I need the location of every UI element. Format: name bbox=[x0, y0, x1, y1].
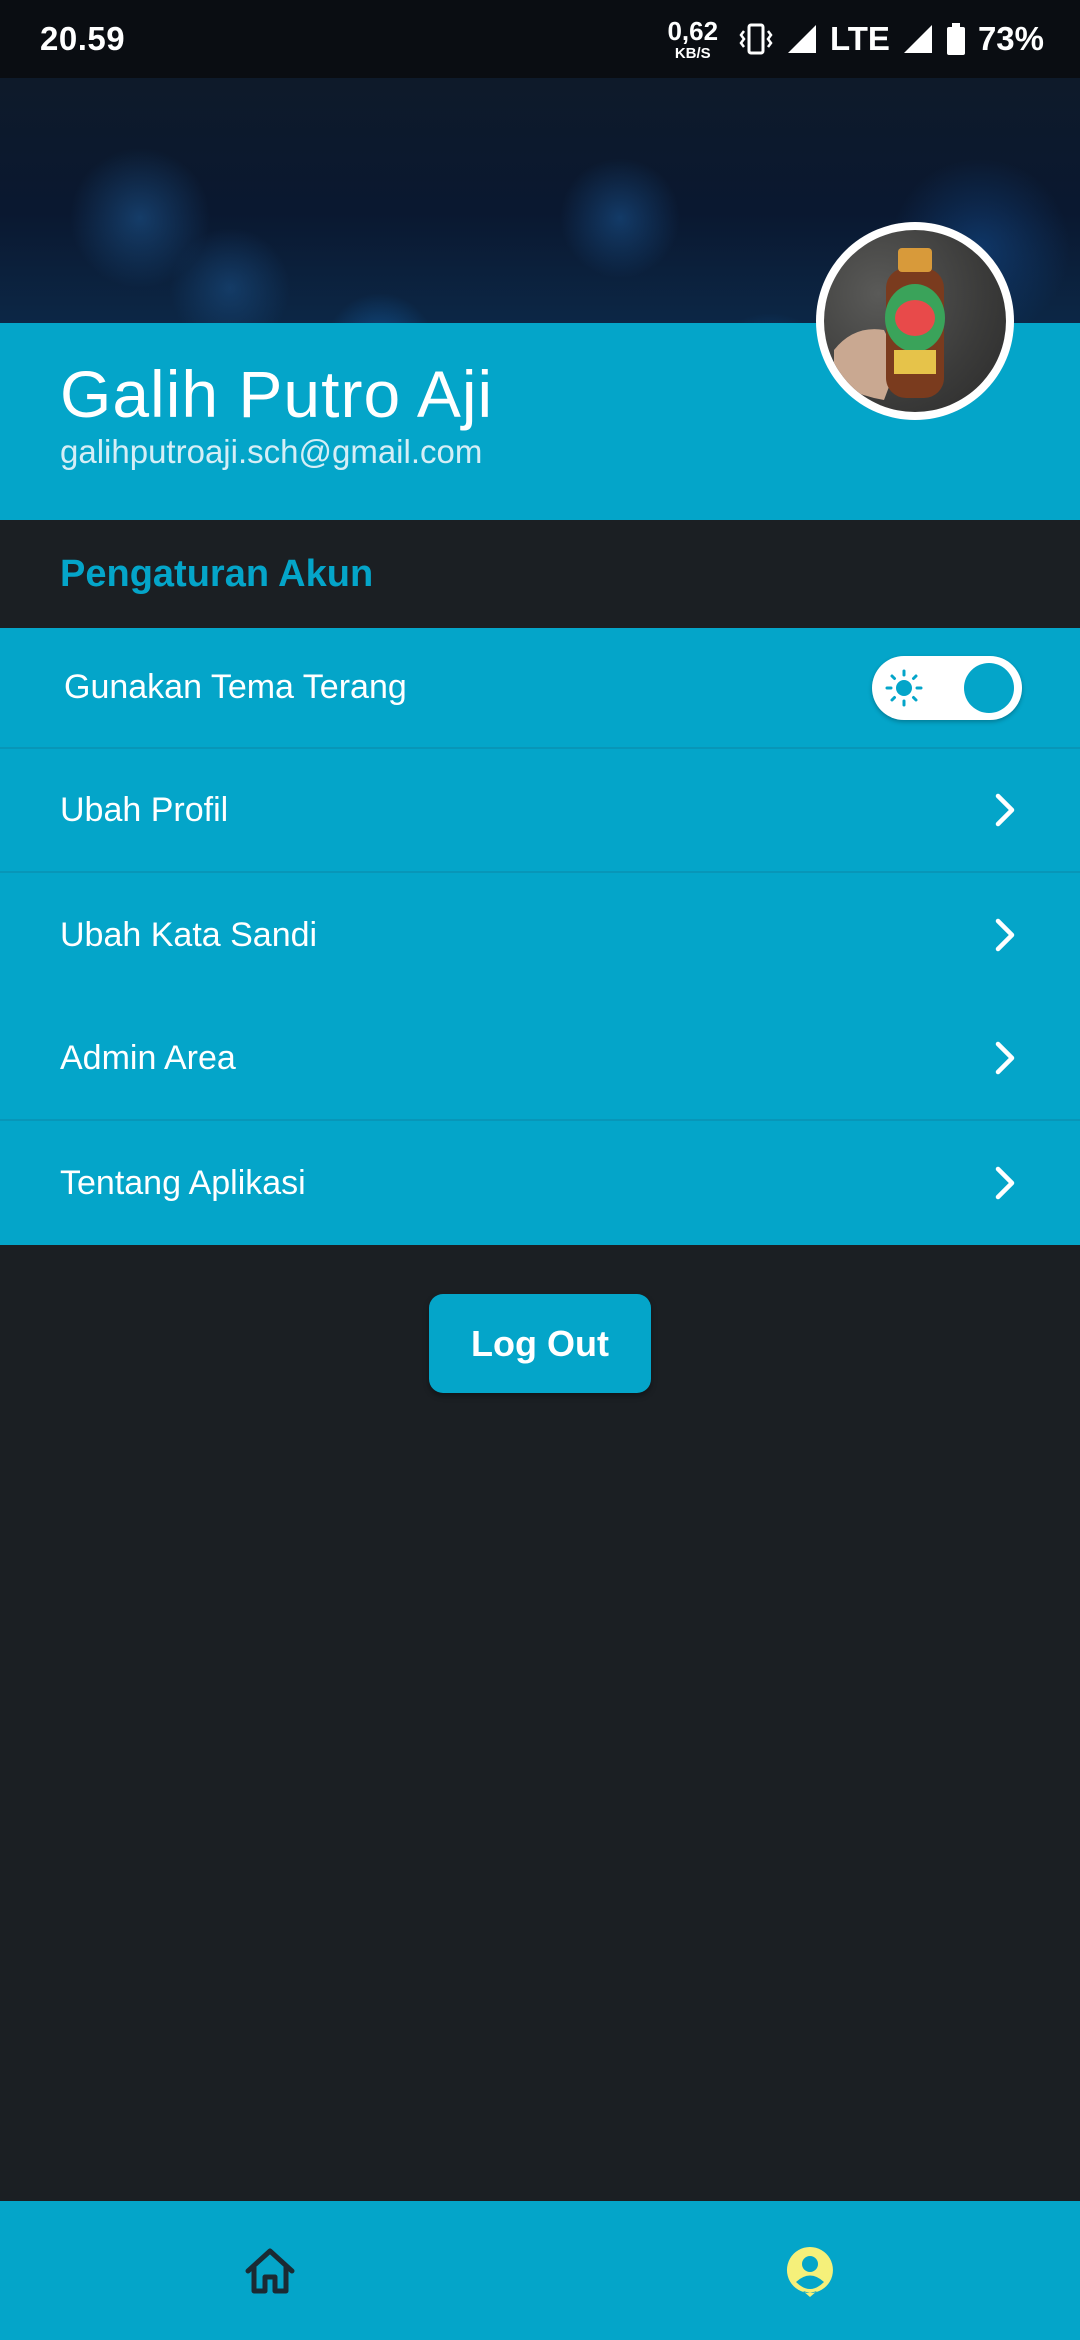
network-speed-value: 0,62 bbox=[667, 15, 719, 46]
avatar-photo bbox=[824, 230, 1006, 412]
avatar[interactable] bbox=[816, 222, 1014, 420]
profile-email: galihputroaji.sch@gmail.com bbox=[60, 433, 483, 470]
section-title: Pengaturan Akun bbox=[60, 552, 374, 595]
about-app-row[interactable]: Tentang Aplikasi bbox=[0, 1121, 1080, 1245]
chevron-right-icon bbox=[995, 1041, 1015, 1075]
signal-icon bbox=[786, 23, 818, 55]
status-time: 20.59 bbox=[40, 20, 126, 57]
nav-home[interactable] bbox=[0, 2201, 540, 2340]
admin-area-row[interactable]: Admin Area bbox=[0, 997, 1080, 1121]
chevron-right-icon bbox=[995, 918, 1015, 952]
edit-profile-label: Ubah Profil bbox=[60, 790, 229, 829]
logout-button[interactable]: Log Out bbox=[429, 1294, 651, 1393]
bottom-navigation bbox=[0, 2201, 1080, 2340]
light-theme-toggle[interactable] bbox=[872, 655, 1022, 720]
status-bar: 20.59 0,62 KB/S LTE 73% bbox=[0, 0, 1080, 78]
change-password-label: Ubah Kata Sandi bbox=[60, 915, 318, 954]
admin-area-label: Admin Area bbox=[60, 1038, 236, 1077]
toggle-knob bbox=[964, 662, 1014, 713]
profile-name: Galih Putro Aji bbox=[60, 357, 494, 431]
network-speed: 0,62 KB/S bbox=[667, 18, 718, 61]
change-password-row[interactable]: Ubah Kata Sandi bbox=[0, 873, 1080, 997]
status-indicators: 0,62 KB/S LTE 73% bbox=[667, 18, 1044, 61]
chevron-right-icon bbox=[995, 793, 1015, 827]
settings-list: Gunakan Tema Terang Ubah Profil Ubah Kat… bbox=[0, 628, 1080, 1245]
section-header: Pengaturan Akun bbox=[0, 520, 1080, 628]
signal-icon-secondary bbox=[902, 23, 934, 55]
network-speed-unit: KB/S bbox=[674, 44, 711, 62]
account-settings-screen: 20.59 0,62 KB/S LTE 73% Galih Putro Aji … bbox=[0, 0, 1080, 2340]
light-theme-row[interactable]: Gunakan Tema Terang bbox=[0, 628, 1080, 749]
profile-icon bbox=[786, 2246, 833, 2297]
light-theme-label: Gunakan Tema Terang bbox=[64, 668, 407, 706]
sun-icon bbox=[884, 668, 924, 708]
chevron-right-icon bbox=[995, 1166, 1015, 1200]
battery-icon bbox=[946, 22, 966, 56]
edit-profile-row[interactable]: Ubah Profil bbox=[0, 749, 1080, 873]
home-icon bbox=[245, 2248, 295, 2293]
vibrate-icon bbox=[738, 22, 774, 56]
battery-level: 73% bbox=[977, 20, 1044, 57]
about-app-label: Tentang Aplikasi bbox=[60, 1163, 306, 1202]
nav-profile[interactable] bbox=[540, 2201, 1080, 2340]
network-type: LTE bbox=[830, 20, 890, 57]
